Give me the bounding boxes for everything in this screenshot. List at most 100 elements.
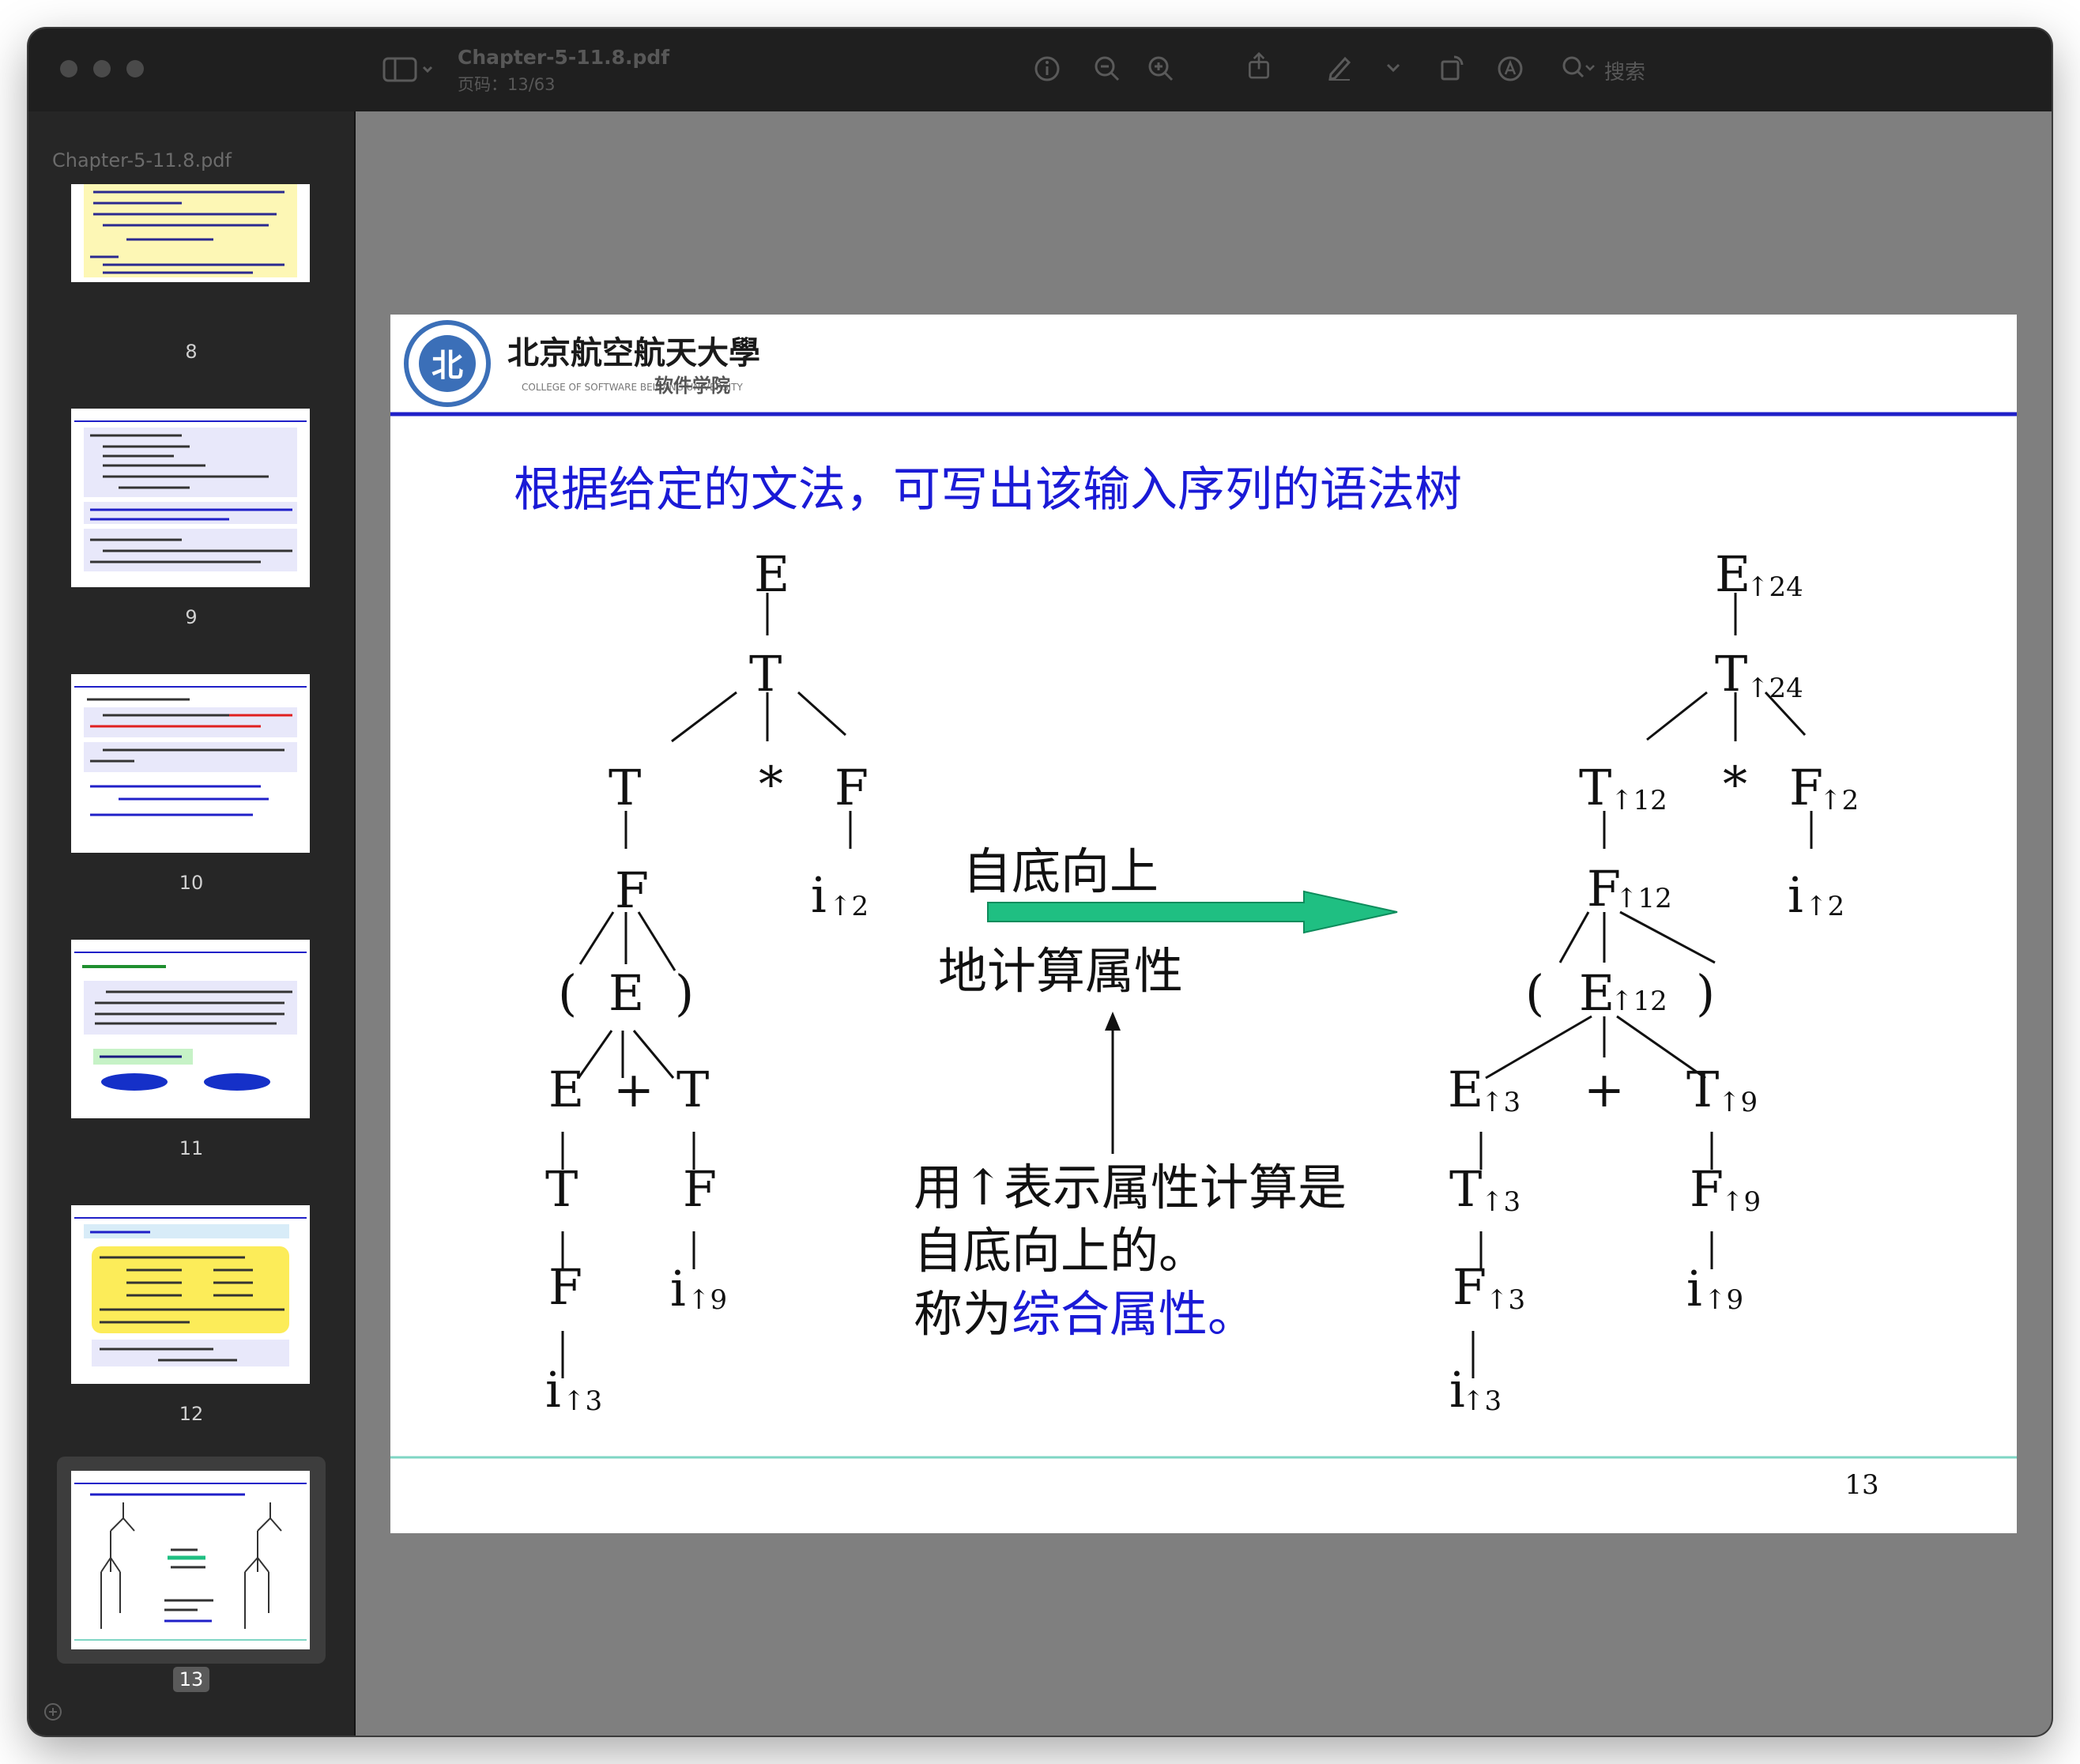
- window-controls: [60, 60, 144, 77]
- pointer-arrowhead: [1105, 1012, 1121, 1031]
- svg-text:↑12: ↑12: [1611, 986, 1667, 1017]
- svg-text:i: i: [670, 1260, 686, 1317]
- svg-text:+: +: [1584, 1061, 1625, 1118]
- svg-text:T: T: [1449, 1160, 1482, 1218]
- note-line-3: 称为综合属性。: [914, 1285, 1257, 1343]
- synthesized-attribute-term: 综合属性: [1012, 1285, 1208, 1343]
- markup-pen-icon[interactable]: [1326, 54, 1353, 81]
- svg-text:T: T: [676, 1061, 709, 1118]
- thumbnail-13-content: [74, 1483, 307, 1641]
- thumbnail-page-8[interactable]: [71, 184, 310, 282]
- search-icon[interactable]: [1562, 55, 1596, 82]
- thumbnail-11-content: [74, 952, 307, 1091]
- svg-text:): ): [675, 964, 694, 1022]
- svg-text:↑24: ↑24: [1747, 673, 1803, 704]
- zoom-in-icon[interactable]: [1147, 55, 1174, 82]
- thumbnail-9-content: [71, 409, 310, 587]
- zoom-button[interactable]: [126, 60, 144, 77]
- university-name: 北京航空航天大學: [507, 334, 760, 371]
- thumbnail-label: 13: [28, 1667, 354, 1692]
- svg-text:↑9: ↑9: [1704, 1284, 1743, 1316]
- svg-text:↑2: ↑2: [1819, 785, 1859, 816]
- thumbnail-12-content: [74, 1217, 307, 1366]
- svg-text:↑3: ↑3: [1481, 1087, 1520, 1118]
- svg-text:E: E: [754, 545, 789, 603]
- toolbar: Chapter-5-11.8.pdf 页码：13/63 搜索: [28, 28, 2052, 111]
- info-icon[interactable]: [1034, 55, 1061, 82]
- svg-text:*: *: [759, 756, 783, 813]
- svg-text:T: T: [1686, 1061, 1719, 1118]
- thumbnail-label-selected: 13: [172, 1667, 210, 1692]
- chevron-down-icon[interactable]: [1385, 60, 1402, 76]
- thumbnail-label: 11: [179, 1137, 204, 1159]
- svg-text:↑2: ↑2: [829, 891, 869, 922]
- sidebar-title: Chapter-5-11.8.pdf: [52, 149, 232, 172]
- university-logo: 北: [404, 320, 491, 407]
- thumbnail-label: 12: [179, 1403, 204, 1425]
- add-page-icon[interactable]: [43, 1702, 63, 1722]
- svg-text:i: i: [1686, 1260, 1702, 1317]
- minimize-button[interactable]: [93, 60, 111, 77]
- svg-text:(: (: [1525, 964, 1544, 1022]
- thumbnail-label: 9: [185, 606, 198, 628]
- thumbnail-label: 10: [179, 872, 204, 894]
- svg-text:T: T: [1579, 759, 1611, 816]
- svg-text:↑12: ↑12: [1611, 785, 1667, 816]
- left-tree-edges: [561, 593, 852, 1378]
- sidebar-toggle-icon[interactable]: [382, 55, 438, 82]
- svg-text:F: F: [1453, 1258, 1487, 1316]
- svg-text:↑24: ↑24: [1747, 571, 1803, 603]
- svg-text:E: E: [548, 1061, 584, 1118]
- svg-text:↑3: ↑3: [1462, 1385, 1502, 1417]
- svg-text:↑3: ↑3: [1481, 1186, 1520, 1218]
- thumbnail-sidebar: Chapter-5-11.8.pdf 8 9 10 11 12 13: [28, 111, 356, 1736]
- arrow-top-label: 自底向上: [963, 842, 1159, 900]
- svg-text:(: (: [558, 964, 577, 1022]
- share-icon[interactable]: [1245, 52, 1272, 79]
- arrow-bottom-label: 地计算属性: [938, 942, 1183, 1000]
- preview-window: Chapter-5-11.8.pdf 页码：13/63 搜索 Chapter-5…: [28, 28, 2052, 1736]
- svg-text:F: F: [683, 1160, 717, 1218]
- svg-text:F: F: [1690, 1160, 1724, 1218]
- document-title: Chapter-5-11.8.pdf: [458, 46, 670, 69]
- svg-text:F: F: [548, 1258, 582, 1316]
- thumbnail-label: 8: [185, 341, 198, 363]
- thumbnail-8-content: [84, 184, 297, 277]
- note-line-2: 自底向上的。: [914, 1222, 1208, 1280]
- svg-text:E: E: [1448, 1061, 1483, 1118]
- svg-text:E: E: [609, 964, 644, 1022]
- note-line-1: 用↑表示属性计算是: [914, 1159, 1347, 1216]
- svg-text:↑3: ↑3: [1486, 1284, 1525, 1316]
- zoom-out-icon[interactable]: [1094, 55, 1121, 82]
- svg-text:i: i: [811, 866, 827, 924]
- svg-text:F: F: [835, 759, 869, 816]
- thumbnail-page-12[interactable]: [71, 1205, 310, 1384]
- close-button[interactable]: [60, 60, 77, 77]
- page-indicator: 页码：13/63: [458, 75, 556, 94]
- thumbnail-page-10[interactable]: [71, 674, 310, 853]
- thumbnail-page-13[interactable]: [71, 1471, 310, 1649]
- right-tree-attrs: ↑24 ↑24 ↑12 ↑2 ↑12 ↑2 ↑12 ↑3 ↑9 ↑3 ↑9 ↑3…: [1462, 571, 1859, 1417]
- college-name-cn: 软件学院: [654, 375, 730, 397]
- annotate-icon[interactable]: [1497, 55, 1524, 82]
- svg-text:T: T: [609, 759, 641, 816]
- svg-text:北: 北: [431, 347, 463, 384]
- thumbnail-page-11[interactable]: [71, 940, 310, 1118]
- slide-heading: 根据给定的文法，可写出该输入序列的语法树: [514, 462, 1462, 518]
- svg-text:*: *: [1723, 756, 1747, 813]
- svg-text:↑9: ↑9: [688, 1284, 727, 1316]
- rotate-icon[interactable]: [1438, 54, 1465, 81]
- svg-text:↑9: ↑9: [1721, 1186, 1761, 1218]
- thumbnail-page-9[interactable]: [71, 409, 310, 587]
- svg-text:F: F: [1789, 759, 1823, 816]
- pdf-page: 北 北京航空航天大學 COLLEGE OF SOFTWARE BEIHANG U…: [390, 315, 2017, 1533]
- svg-text:E: E: [1715, 545, 1750, 603]
- svg-text:↑12: ↑12: [1615, 883, 1672, 914]
- svg-text:E: E: [1579, 964, 1615, 1022]
- slide-page-number: 13: [1844, 1469, 1878, 1501]
- search-field[interactable]: 搜索: [1604, 56, 1645, 85]
- svg-text:↑2: ↑2: [1805, 891, 1844, 922]
- svg-text:i: i: [545, 1361, 561, 1419]
- svg-text:↑3: ↑3: [563, 1385, 602, 1417]
- svg-text:i: i: [1788, 866, 1803, 924]
